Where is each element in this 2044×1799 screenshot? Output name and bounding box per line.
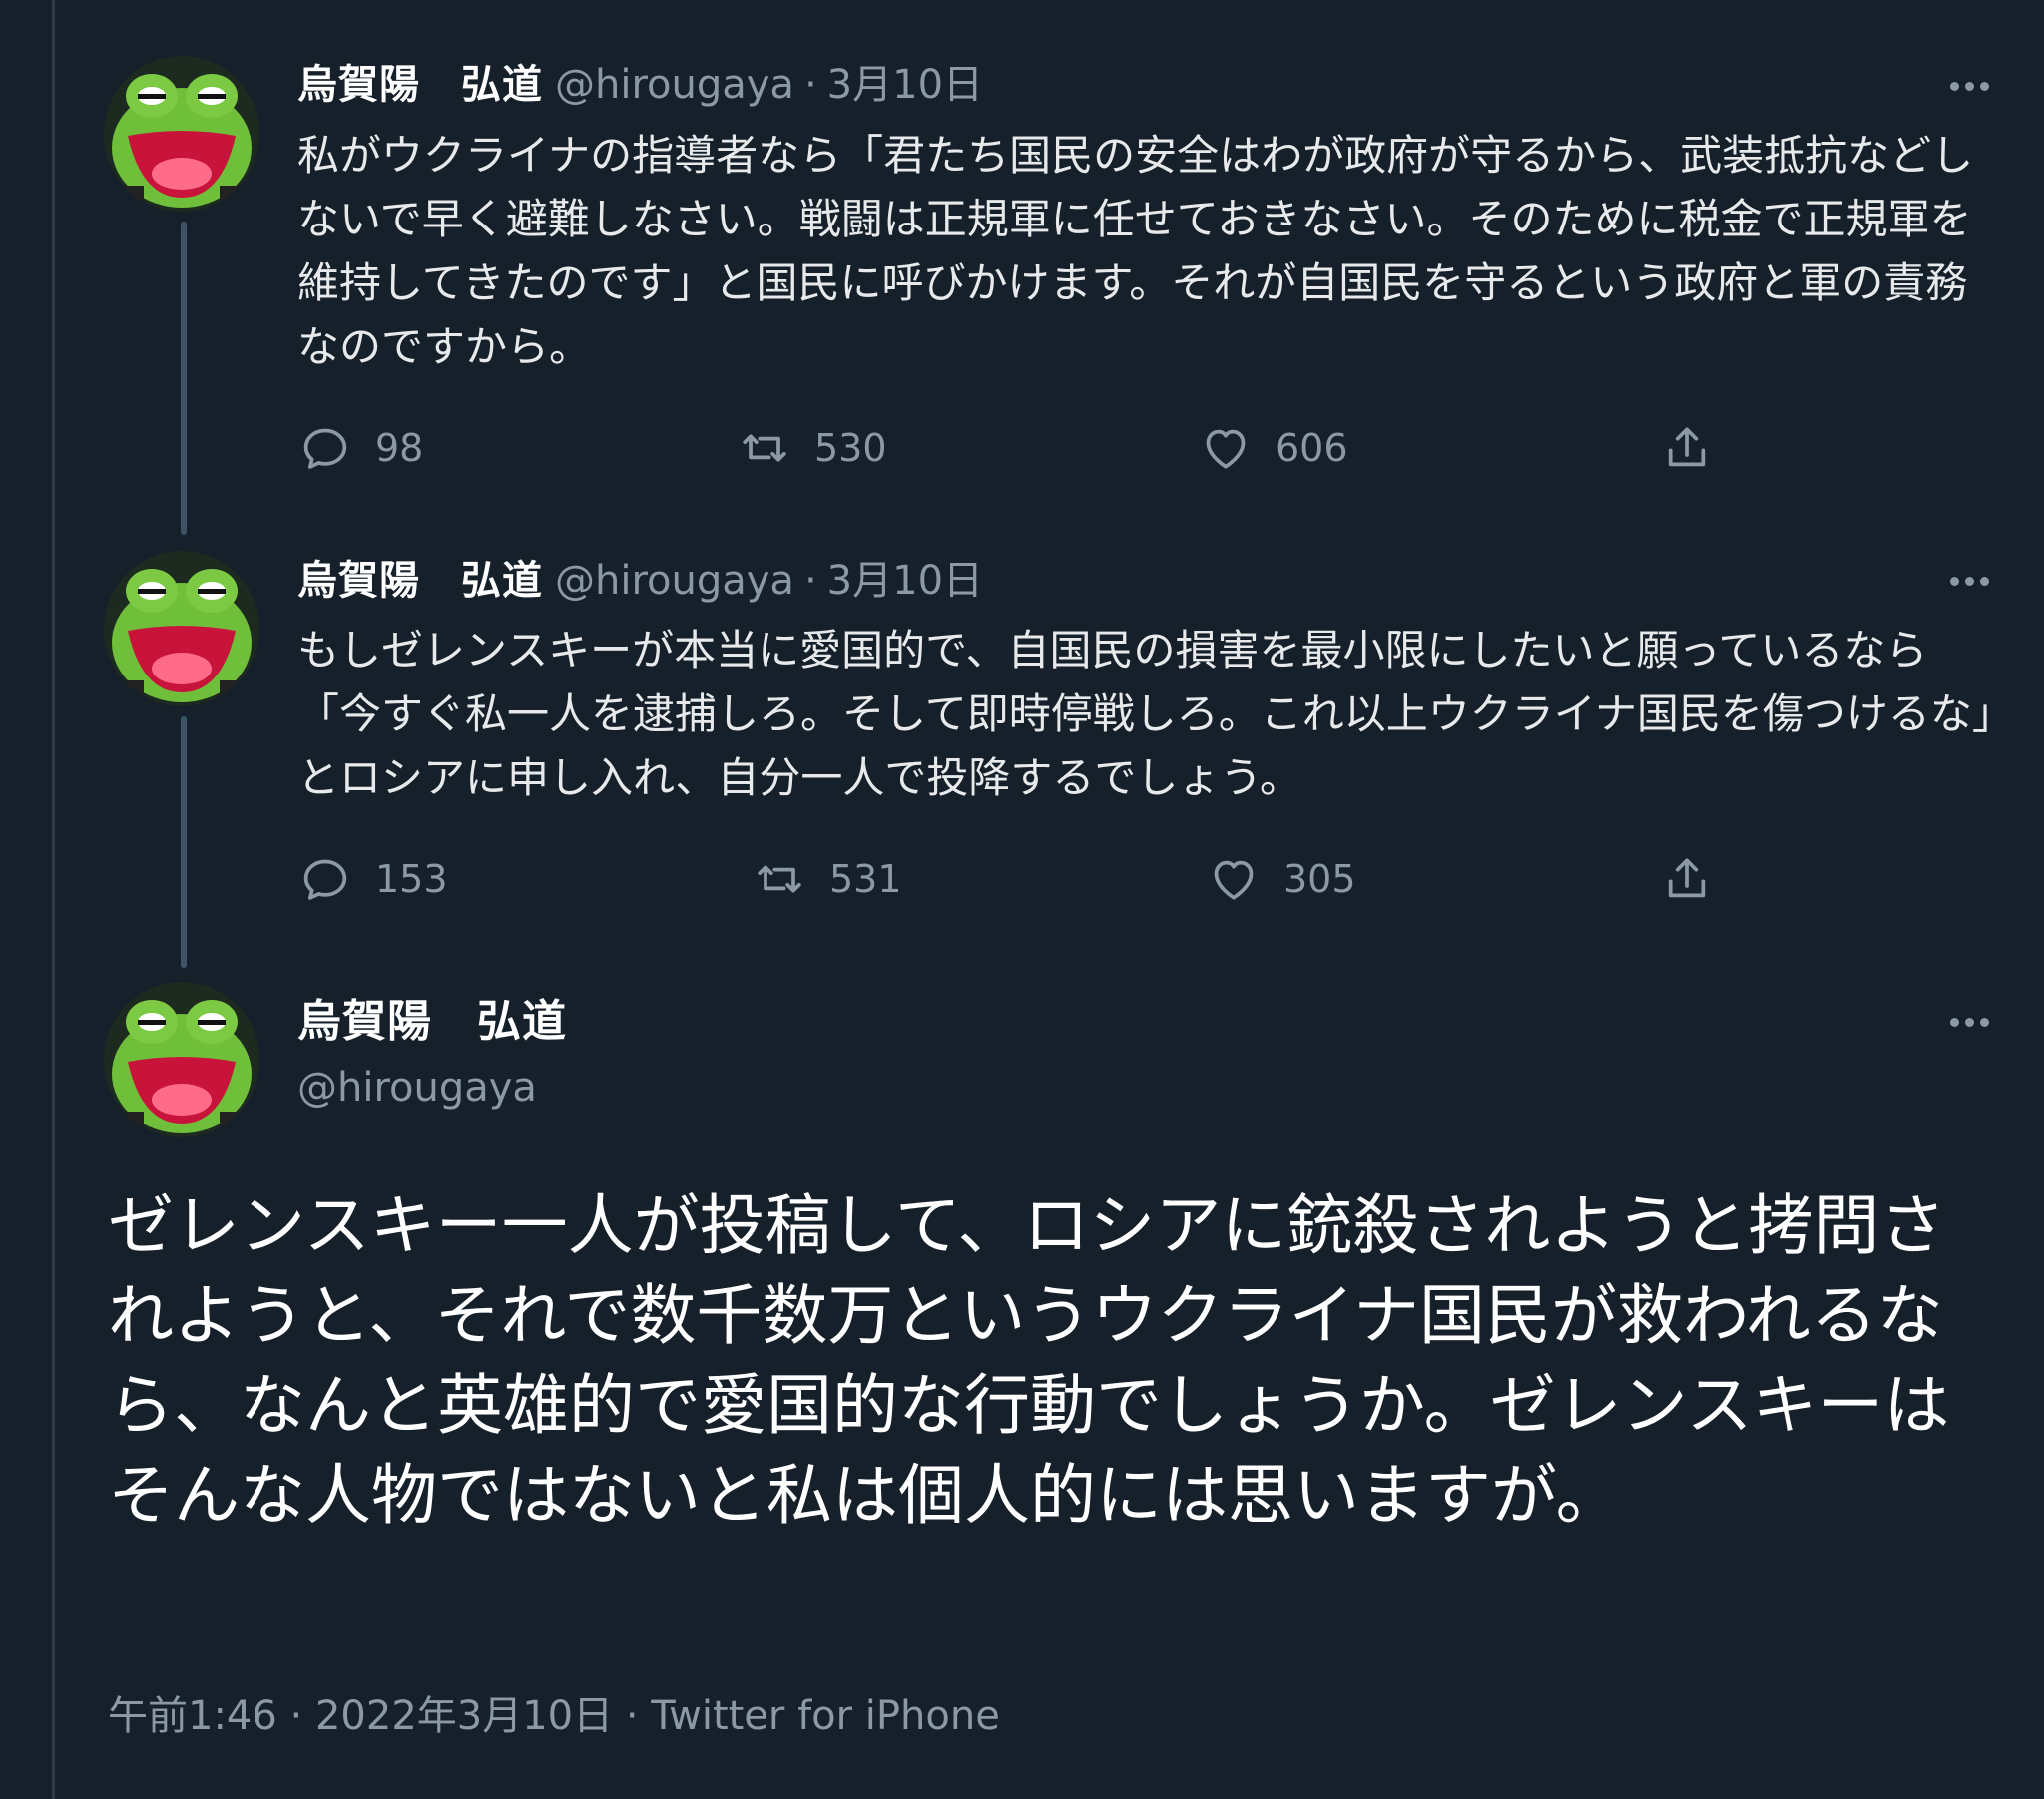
- like-count: 606: [1276, 426, 1348, 470]
- more-dot-icon: [1964, 576, 1974, 586]
- reply-icon: [303, 859, 347, 900]
- tweet-full-date[interactable]: 2022年3月10日: [315, 1693, 613, 1739]
- username[interactable]: @hirougaya: [555, 551, 794, 611]
- display-name[interactable]: 烏賀陽 弘道: [297, 55, 543, 115]
- reply-button[interactable]: 98: [297, 413, 423, 483]
- like-count: 305: [1283, 857, 1356, 901]
- frog-avatar-icon: [104, 982, 259, 1137]
- tweet-text: 私がウクライナの指導者なら「君たち国民の安全はわが政府が守るから、武装抵抗などし…: [297, 131, 1974, 371]
- more-options-button[interactable]: [1934, 1002, 2004, 1042]
- reply-count: 153: [375, 857, 448, 901]
- more-options-button[interactable]: [1934, 66, 2004, 106]
- separator: ·: [803, 62, 817, 108]
- more-dot-icon: [1949, 576, 1959, 586]
- retweet-count: 530: [814, 426, 887, 470]
- tweet-meta: 午前1:46 · 2022年3月10日 · Twitter for iPhone: [108, 1686, 1000, 1746]
- reply-button[interactable]: 153: [297, 844, 448, 914]
- more-dot-icon: [1979, 81, 1989, 91]
- display-name[interactable]: 烏賀陽 弘道: [297, 551, 543, 611]
- thread-connector: [181, 222, 187, 535]
- tweet-date[interactable]: 3月10日: [827, 551, 983, 611]
- more-options-button[interactable]: [1934, 561, 2004, 601]
- thread-connector: [181, 716, 187, 968]
- username[interactable]: @hirougaya: [297, 1058, 537, 1118]
- tweet-header: 烏賀陽 弘道 @hirougaya · 3月10日: [297, 551, 1804, 611]
- tweet-text: もしゼレンスキーが本当に愛国的で、自国民の損害を最小限にしたいと願っているなら「…: [297, 626, 1993, 802]
- more-dot-icon: [1979, 1017, 1989, 1027]
- share-icon: [1668, 427, 1706, 467]
- tweet-time[interactable]: 午前1:46: [108, 1693, 277, 1739]
- avatar[interactable]: [104, 551, 259, 706]
- retweet-icon: [743, 434, 786, 462]
- share-button[interactable]: [1659, 413, 1715, 483]
- share-button[interactable]: [1659, 844, 1715, 914]
- timeline-border: [52, 0, 55, 1799]
- like-button[interactable]: 606: [1198, 413, 1348, 483]
- retweet-button[interactable]: 531: [752, 844, 902, 914]
- share-icon: [1668, 858, 1706, 898]
- separator: ·: [289, 1693, 303, 1739]
- tweet-date[interactable]: 3月10日: [827, 55, 983, 115]
- username[interactable]: @hirougaya: [555, 55, 794, 115]
- avatar[interactable]: [104, 56, 259, 212]
- tweet-source-link[interactable]: Twitter for iPhone: [651, 1693, 1000, 1739]
- more-dot-icon: [1979, 576, 1989, 586]
- main-tweet-text: ゼレンスキー一人が投稿して、ロシアに銃殺されようと拷問されようと、それで数千数万…: [108, 1187, 1950, 1534]
- separator: ·: [625, 1693, 639, 1739]
- like-icon: [1206, 429, 1246, 469]
- reply-count: 98: [375, 426, 424, 470]
- frog-avatar-icon: [104, 56, 259, 212]
- avatar[interactable]: [104, 982, 259, 1137]
- retweet-button[interactable]: 530: [737, 413, 887, 483]
- like-button[interactable]: 305: [1206, 844, 1356, 914]
- frog-avatar-icon: [104, 551, 259, 706]
- separator: ·: [803, 558, 817, 604]
- more-dot-icon: [1964, 81, 1974, 91]
- tweet-header: 烏賀陽 弘道 @hirougaya · 3月10日: [297, 55, 1804, 115]
- reply-icon: [303, 428, 347, 469]
- retweet-count: 531: [829, 857, 902, 901]
- retweet-icon: [758, 865, 801, 893]
- more-dot-icon: [1949, 1017, 1959, 1027]
- more-dot-icon: [1964, 1017, 1974, 1027]
- more-dot-icon: [1949, 81, 1959, 91]
- display-name[interactable]: 烏賀陽 弘道: [297, 990, 567, 1054]
- like-icon: [1214, 860, 1254, 900]
